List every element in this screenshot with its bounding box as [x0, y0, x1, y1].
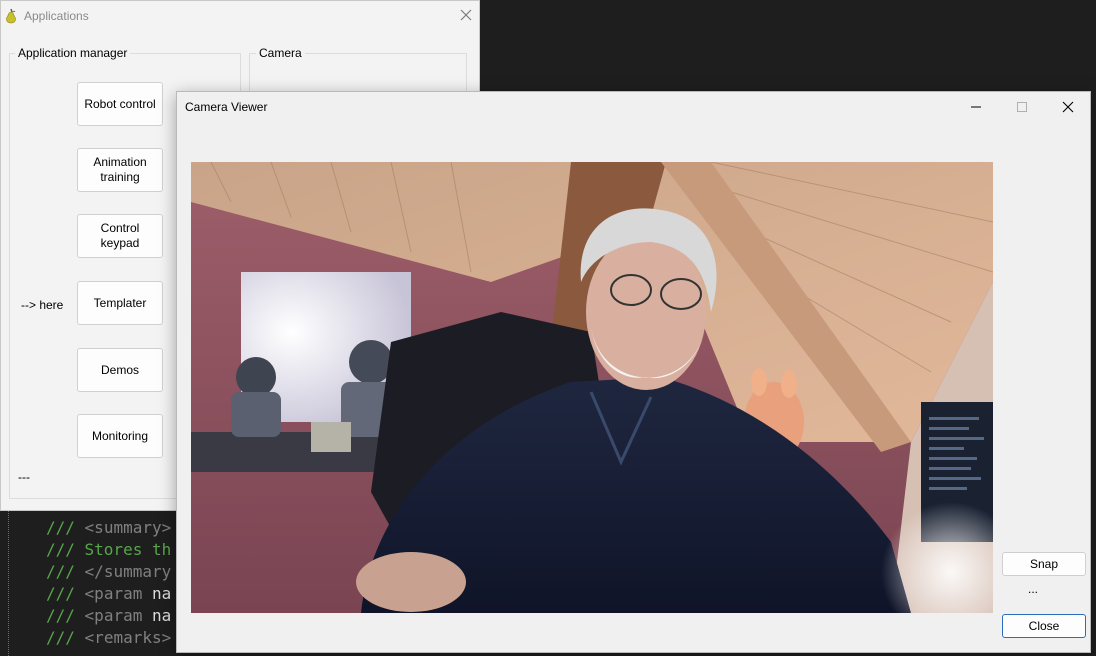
applications-titlebar[interactable]: Applications [1, 1, 479, 31]
robot-control-button[interactable]: Robot control [77, 82, 163, 126]
code-line: /// <param na [46, 606, 172, 625]
minimize-icon[interactable] [953, 92, 999, 122]
code-line: /// <summary> [46, 518, 172, 537]
snap-status: ... [1028, 582, 1039, 596]
code-line: /// Stores th [46, 540, 172, 559]
close-icon[interactable] [1045, 92, 1091, 122]
code-line: /// </summary [46, 562, 172, 581]
application-manager-legend: Application manager [15, 46, 131, 60]
here-indicator: --> here [21, 298, 64, 312]
applications-title: Applications [24, 9, 89, 23]
camera-viewer-titlebar[interactable]: Camera Viewer [177, 92, 1090, 122]
editor-gutter [8, 505, 11, 656]
camera-viewer-window: Camera Viewer Snap ... Close [176, 91, 1091, 653]
templater-button[interactable]: Templater [77, 281, 163, 325]
code-line: /// <remarks> [46, 628, 172, 647]
snap-button[interactable]: Snap [1002, 552, 1086, 576]
demos-button[interactable]: Demos [77, 348, 163, 392]
code-line: /// <param na [46, 584, 172, 603]
camera-viewer-title: Camera Viewer [185, 100, 268, 114]
camera-legend: Camera [256, 46, 305, 60]
pear-icon [4, 8, 18, 24]
camera-feed-image [191, 162, 993, 613]
animation-training-button[interactable]: Animation training [77, 148, 163, 192]
maximize-icon[interactable] [999, 92, 1045, 122]
close-icon[interactable] [457, 7, 475, 25]
close-button[interactable]: Close [1002, 614, 1086, 638]
monitoring-button[interactable]: Monitoring [77, 414, 163, 458]
control-keypad-button[interactable]: Control keypad [77, 214, 163, 258]
footer-dashes: --- [18, 470, 30, 484]
